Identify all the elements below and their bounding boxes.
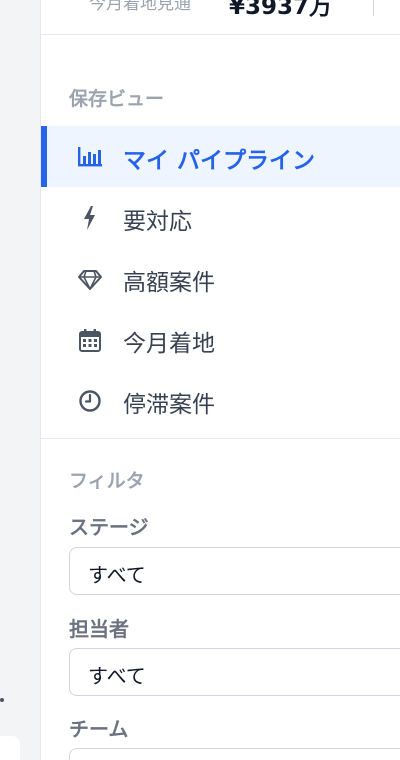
stage-filter-label: ステージ [69, 515, 149, 539]
saved-view-high-value[interactable]: 高額案件 [41, 248, 400, 309]
diamond-icon [77, 266, 103, 292]
team-filter-label: チーム [69, 717, 129, 741]
saved-view-label: 停滞案件 [123, 392, 215, 418]
saved-views-list: マイ パイプライン 要対応 高額案件 今月着地 停滞案件 [41, 126, 400, 431]
stage-select[interactable]: すべて [69, 547, 400, 595]
bolt-icon [77, 205, 103, 231]
clock-icon [77, 388, 103, 414]
section-divider [41, 438, 400, 439]
saved-view-label: マイ パイプライン [123, 148, 316, 174]
saved-views-title: 保存ビュー [69, 88, 165, 110]
page: 今月着地見通 ¥3937万 保存ビュー マイ パイプライン 要対応 高額案件 今… [0, 0, 400, 760]
saved-view-my-pipeline[interactable]: マイ パイプライン [41, 126, 400, 187]
saved-view-label: 要対応 [123, 209, 192, 235]
stage-select-value: すべて [88, 563, 146, 587]
calendar-icon [77, 327, 103, 353]
left-gutter [0, 0, 40, 760]
forecast-value: ¥3937万 [229, 0, 333, 20]
forecast-label: 今月着地見通 [89, 0, 191, 14]
summary-divider [373, 0, 374, 16]
forecast-summary: 今月着地見通 ¥3937万 [41, 0, 400, 35]
filters-title: フィルタ [69, 470, 145, 492]
saved-view-closing-this-month[interactable]: 今月着地 [41, 309, 400, 370]
owner-filter-label: 担当者 [69, 617, 129, 641]
saved-view-needs-action[interactable]: 要対応 [41, 187, 400, 248]
sidebar-panel: 今月着地見通 ¥3937万 保存ビュー マイ パイプライン 要対応 高額案件 今… [40, 0, 400, 760]
gutter-mark [0, 698, 4, 702]
saved-view-stalled[interactable]: 停滞案件 [41, 370, 400, 431]
owner-select-value: すべて [88, 664, 146, 688]
owner-select[interactable]: すべて [69, 648, 400, 696]
bar-chart-icon [77, 144, 103, 170]
saved-view-label: 高額案件 [123, 270, 215, 296]
team-select[interactable] [69, 748, 400, 760]
saved-view-label: 今月着地 [123, 331, 215, 357]
gutter-card [0, 736, 20, 760]
